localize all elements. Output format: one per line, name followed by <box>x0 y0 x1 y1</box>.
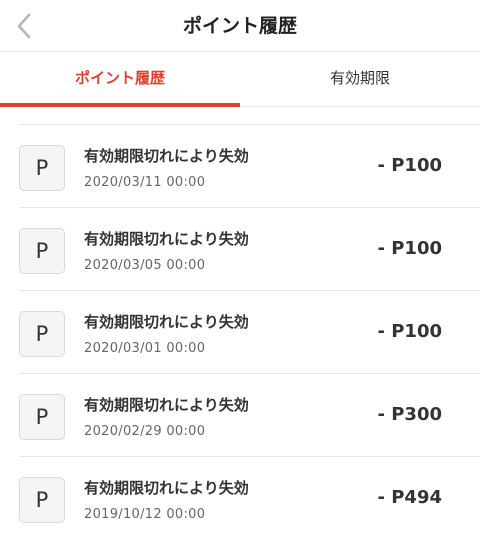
history-row-amount: - P300 <box>377 404 442 425</box>
history-row[interactable]: P 有効期限切れにより失効 2020/03/05 00:00 - P100 <box>0 208 480 291</box>
history-row-amount: - P494 <box>377 487 442 508</box>
history-row-title: 有効期限切れにより失効 <box>84 313 249 331</box>
history-row-title: 有効期限切れにより失効 <box>84 396 249 414</box>
point-history-list[interactable]: P 有効期限切れにより失効 2020/03/11 00:00 - P100 P … <box>0 107 480 541</box>
tab-expiration-label: 有効期限 <box>329 69 390 87</box>
history-row-amount: - P100 <box>377 321 442 342</box>
tab-point-history-label: ポイント履歴 <box>74 69 165 87</box>
history-row-amount: - P100 <box>377 238 442 259</box>
point-badge-icon: P <box>19 145 65 191</box>
history-row-date: 2020/03/05 00:00 <box>84 258 206 273</box>
history-row[interactable]: P 有効期限切れにより失効 2020/02/29 00:00 - P300 <box>0 374 480 457</box>
history-row[interactable]: P 有効期限切れにより失効 2019/10/12 00:00 - P494 <box>0 457 480 540</box>
navigation-bar: ポイント履歴 <box>0 0 480 52</box>
history-row-date: 2020/03/11 00:00 <box>84 175 206 190</box>
point-badge-icon: P <box>19 394 65 440</box>
history-row-amount: - P100 <box>377 155 442 176</box>
page-title: ポイント履歴 <box>182 15 297 37</box>
history-row-title: 有効期限切れにより失効 <box>84 147 249 165</box>
history-row[interactable]: P 有効期限切れにより失効 2020/03/01 00:00 - P100 <box>0 291 480 374</box>
history-row[interactable]: P 有効期限切れにより失効 2020/03/11 00:00 - P100 <box>0 125 480 208</box>
point-badge-icon: P <box>19 228 65 274</box>
tab-bar: ポイント履歴 有効期限 <box>0 53 480 107</box>
history-row-title: 有効期限切れにより失効 <box>84 479 249 497</box>
history-row-date: 2020/03/01 00:00 <box>84 341 206 356</box>
history-row-title: 有効期限切れにより失効 <box>84 230 249 248</box>
history-row-date: 2019/10/12 00:00 <box>84 507 206 522</box>
history-row-date: 2020/02/29 00:00 <box>84 424 206 439</box>
tab-expiration[interactable]: 有効期限 <box>240 53 480 106</box>
point-badge-icon: P <box>19 311 65 357</box>
point-badge-icon: P <box>19 477 65 523</box>
tab-point-history[interactable]: ポイント履歴 <box>0 53 240 107</box>
